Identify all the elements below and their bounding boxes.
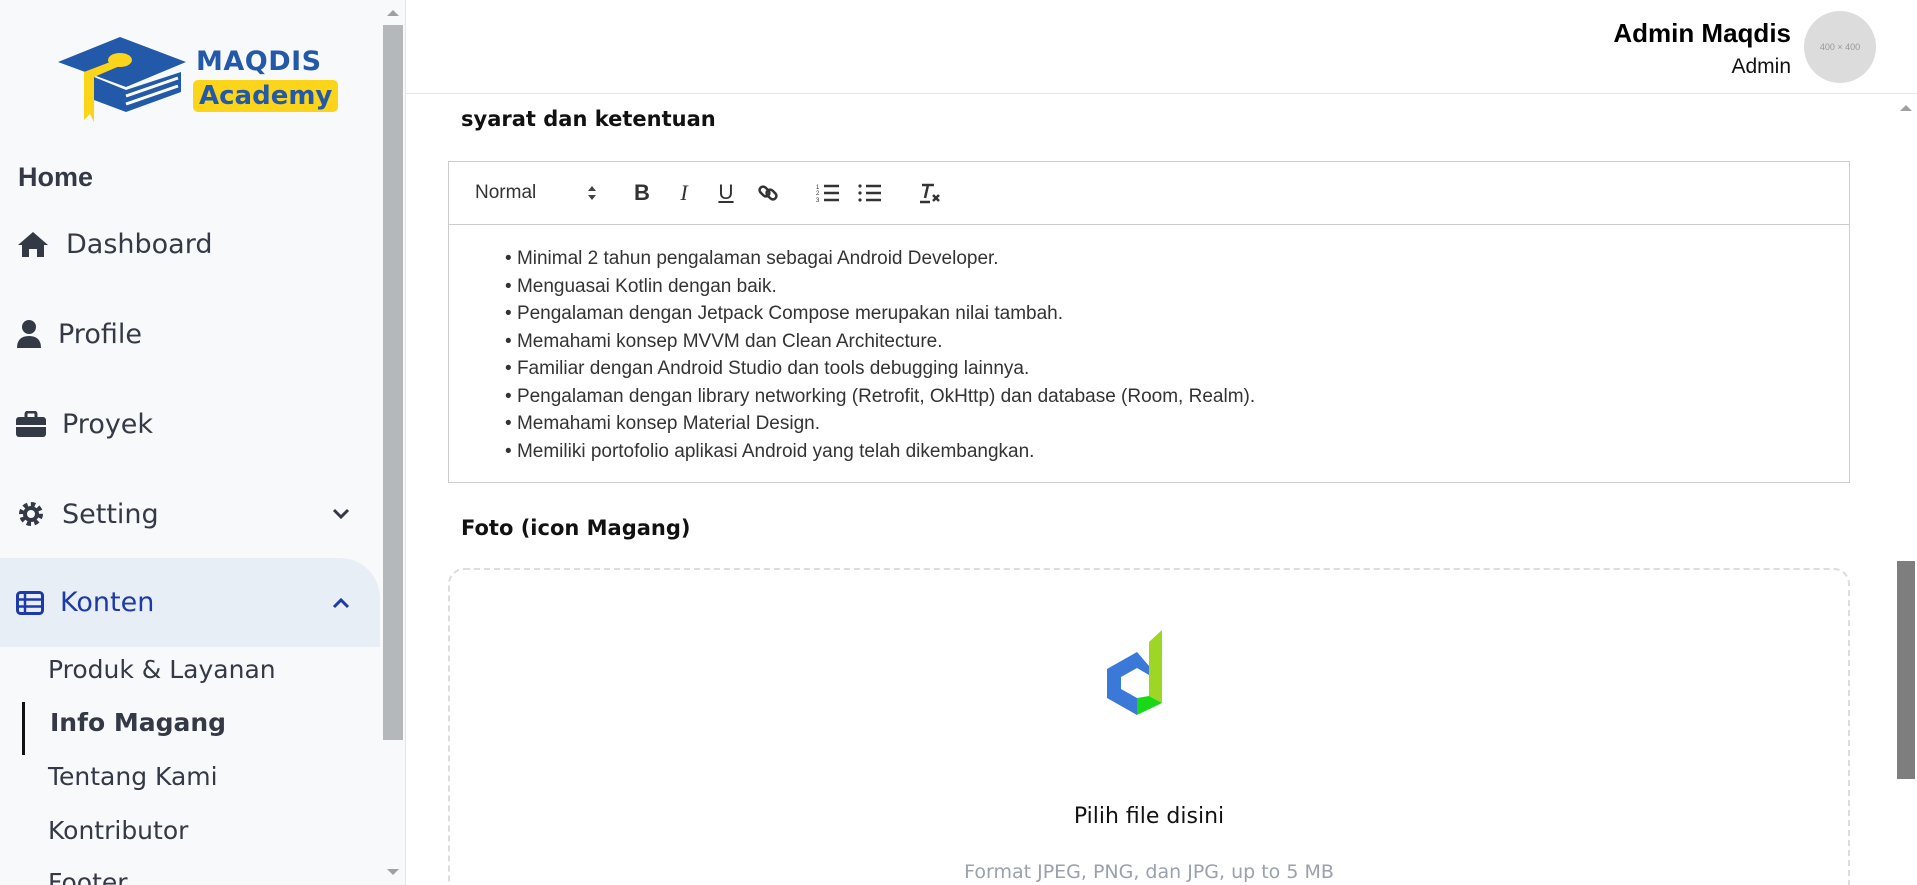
main-content: syarat dan ketentuan Normal B I U 123 • … bbox=[406, 95, 1895, 885]
list-item: • Pengalaman dengan Jetpack Compose meru… bbox=[505, 303, 1064, 324]
upload-logo-icon bbox=[1107, 630, 1162, 715]
link-icon bbox=[758, 185, 778, 201]
active-indicator bbox=[22, 702, 25, 755]
sidebar-item-label: Proyek bbox=[62, 408, 154, 440]
upload-hint: Format JPEG, PNG, dan JPG, up to 5 MB bbox=[964, 861, 1334, 883]
list-item: • Minimal 2 tahun pengalaman sebagai And… bbox=[505, 248, 999, 269]
scrollbar-thumb[interactable] bbox=[1897, 561, 1915, 779]
table-list-icon bbox=[16, 588, 44, 618]
chevron-up-icon bbox=[332, 597, 350, 608]
svg-text:2: 2 bbox=[816, 191, 820, 197]
sidebar-item-konten[interactable]: Konten bbox=[0, 558, 380, 647]
sidebar-subitem-info-magang[interactable]: Info Magang bbox=[50, 708, 226, 737]
terms-label: syarat dan ketentuan bbox=[461, 107, 716, 131]
chevron-down-icon bbox=[332, 508, 350, 520]
list-item: • Menguasai Kotlin dengan baik. bbox=[505, 275, 777, 297]
sidebar-section-home: Home bbox=[18, 162, 94, 192]
list-item: • Pengalaman dengan library networking (… bbox=[505, 385, 1256, 407]
editor-content[interactable]: • Minimal 2 tahun pengalaman sebagai And… bbox=[449, 225, 1849, 465]
sidebar-subitem-tentang-kami[interactable]: Tentang Kami bbox=[48, 762, 218, 791]
user-role: Admin bbox=[1731, 55, 1791, 78]
list-item: • Memiliki portofolio aplikasi Android y… bbox=[505, 440, 1035, 462]
user-name: Admin Maqdis bbox=[1613, 18, 1791, 48]
sidebar-item-label: Setting bbox=[62, 498, 159, 530]
ordered-list-button[interactable]: 123 bbox=[807, 178, 849, 208]
ordered-list-icon: 123 bbox=[816, 184, 839, 203]
format-select-value: Normal bbox=[475, 182, 537, 203]
sidebar-item-label: Konten bbox=[60, 587, 155, 618]
photo-label: Foto (icon Magang) bbox=[461, 516, 691, 540]
sidebar-subitem-kontributor[interactable]: Kontributor bbox=[48, 816, 188, 845]
bold-button[interactable]: B bbox=[621, 178, 663, 208]
sidebar: MAQDIS Academy Home Dashboard Profile Pr… bbox=[0, 0, 406, 885]
sidebar-subitem-produk-layanan[interactable]: Produk & Layanan bbox=[48, 655, 276, 684]
clear-format-icon bbox=[920, 183, 940, 204]
home-icon bbox=[16, 229, 50, 259]
format-select[interactable]: Normal bbox=[475, 178, 605, 208]
brand-subtitle: Academy bbox=[193, 80, 339, 112]
bullet-list-button[interactable] bbox=[849, 178, 891, 208]
sidebar-item-label: Profile bbox=[58, 318, 142, 350]
svg-text:3: 3 bbox=[816, 198, 820, 203]
main-scrollbar[interactable] bbox=[1895, 95, 1917, 885]
list-item: • Memahami konsep Material Design. bbox=[505, 413, 821, 434]
list-item: • Memahami konsep MVVM dan Clean Archite… bbox=[505, 330, 943, 352]
sidebar-scrollbar[interactable] bbox=[383, 0, 403, 885]
sidebar-item-label: Dashboard bbox=[66, 228, 213, 260]
rich-text-editor[interactable]: Normal B I U 123 • Minimal 2 tahun penga… bbox=[448, 161, 1850, 483]
sidebar-subitem-footer[interactable]: Footer bbox=[48, 868, 128, 885]
gear-icon bbox=[16, 499, 46, 529]
avatar[interactable]: 400 × 400 bbox=[1804, 11, 1876, 83]
sidebar-item-profile[interactable]: Profile bbox=[0, 312, 380, 356]
bullet-list-icon bbox=[858, 184, 881, 202]
sidebar-item-dashboard[interactable]: Dashboard bbox=[0, 222, 380, 266]
italic-button[interactable]: I bbox=[663, 178, 705, 208]
brand-logo[interactable]: MAQDIS Academy bbox=[56, 32, 339, 132]
sidebar-item-proyek[interactable]: Proyek bbox=[0, 402, 380, 446]
clear-format-button[interactable] bbox=[909, 178, 951, 208]
user-icon bbox=[16, 319, 42, 349]
select-arrows-icon bbox=[588, 186, 596, 200]
briefcase-icon bbox=[16, 409, 46, 439]
top-header: Admin Maqdis Admin 400 × 400 bbox=[406, 0, 1917, 94]
link-button[interactable] bbox=[747, 178, 789, 208]
scrollbar-thumb[interactable] bbox=[383, 25, 403, 740]
graduation-cap-icon bbox=[58, 37, 186, 122]
sidebar-item-setting[interactable]: Setting bbox=[0, 492, 380, 536]
underline-button[interactable]: U bbox=[705, 178, 747, 208]
upload-title: Pilih file disini bbox=[1073, 804, 1225, 829]
brand-name: MAQDIS bbox=[196, 46, 322, 77]
file-dropzone[interactable]: Pilih file disini Format JPEG, PNG, dan … bbox=[448, 568, 1850, 885]
editor-toolbar: Normal B I U 123 bbox=[449, 162, 1849, 225]
list-item: • Familiar dengan Android Studio dan too… bbox=[505, 358, 1030, 379]
